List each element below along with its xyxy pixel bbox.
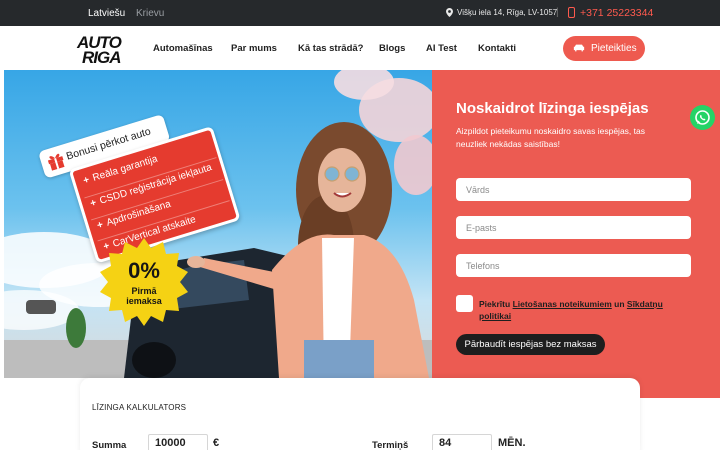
badge-label: Pirmā iemaksa [126,286,162,306]
terms-link[interactable]: Lietošanas noteikumiem [513,299,612,309]
language-latvian[interactable]: Latviešu [88,8,125,19]
consent-label: Piekrītu Lietošanas noteikumiem un Sīkda… [479,299,663,321]
logo[interactable]: AUTO RIGA [76,31,134,67]
location-pin-icon [446,8,453,17]
amount-label: Summa [92,440,127,450]
badge-value: 0% [128,258,160,283]
top-bar: Latviešu Krievu Višķu iela 14, Rīga, LV-… [0,0,720,26]
check-options-button[interactable]: Pārbaudīt iespējas bez maksas [456,334,605,355]
mobile-phone-icon [568,7,575,18]
term-unit: MĒN. [498,437,526,449]
separator: | [556,7,559,18]
whatsapp-button[interactable] [690,105,715,130]
nav-item-kontakti[interactable]: Kontakti [478,43,516,54]
leasing-form: Noskaidrot līzinga iespējas Aizpildot pi… [432,70,720,398]
nav-item-automasinas[interactable]: Automašīnas [153,43,213,54]
gift-icon [47,153,65,171]
car-icon [573,44,585,52]
main-navigation: AUTO RIGA Automašīnas Par mums Kā tas st… [0,26,720,70]
nav-item-ka-tas-strada[interactable]: Kā tas strādā? [298,43,363,54]
consent-checkbox[interactable] [456,295,473,312]
form-subtitle: Aizpildot pieteikumu noskaidro savas ies… [456,126,645,149]
zero-down-payment-badge: 0% Pirmā iemaksa [100,238,188,326]
apply-button[interactable]: Pieteikties [563,36,645,61]
whatsapp-icon [695,110,710,125]
phone-link[interactable]: +371 25223344 [580,7,653,19]
apply-button-label: Pieteikties [591,43,637,54]
phone-field[interactable] [456,254,691,277]
nav-item-par-mums[interactable]: Par mums [231,43,277,54]
name-field[interactable] [456,178,691,201]
amount-unit: € [213,437,220,449]
term-label: Termiņš [372,440,409,450]
nav-item-blogs[interactable]: Blogs [379,43,405,54]
logo-line-2: RIGA [82,48,121,67]
leasing-calculator: LĪZINGA KALKULATORS Summa 10000 € Termiņ… [80,378,640,450]
nav-item-ai-test[interactable]: AI Test [426,43,457,54]
form-title: Noskaidrot līzinga iespējas [456,100,649,117]
address-text: Višķu iela 14, Rīga, LV-1057 [457,8,558,17]
calculator-title: LĪZINGA KALKULATORS [92,403,187,412]
hero-banner: Bonusi pērkot auto +Reāla garantija +CSD… [4,70,432,378]
term-input[interactable]: 84 [432,434,492,450]
language-russian[interactable]: Krievu [136,8,164,19]
email-field[interactable] [456,216,691,239]
amount-input[interactable]: 10000 [148,434,208,450]
